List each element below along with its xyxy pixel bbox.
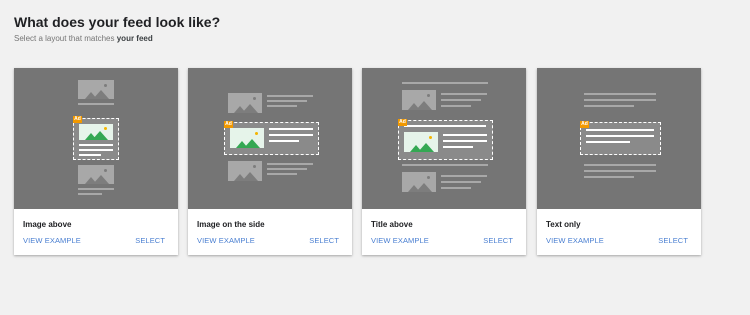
ad-highlight-box [73,118,119,160]
image-placeholder-icon [78,165,114,184]
view-example-link[interactable]: VIEW EXAMPLE [546,236,604,245]
ad-image-icon [230,128,264,148]
layout-card-title-above[interactable]: Ad Title above VIEW EXAMPLE SELECT [362,68,526,255]
subtitle-emphasis: your feed [116,34,153,43]
layout-card-text-only[interactable]: Ad Text only VIEW EXAMPLE SELECT [537,68,701,255]
page-subtitle: Select a layout that matches your feed [14,34,153,43]
ad-badge: Ad [398,119,407,126]
layout-preview-text-only: Ad [537,68,701,209]
card-title: Image on the side [197,220,265,229]
image-placeholder-icon [228,93,262,113]
select-button[interactable]: SELECT [309,236,339,245]
view-example-link[interactable]: VIEW EXAMPLE [197,236,255,245]
layout-preview-image-above: Ad [14,68,178,209]
ad-badge: Ad [580,121,589,128]
ad-badge: Ad [73,116,82,123]
layout-card-image-on-side[interactable]: Ad Image on the side VIEW EXAMPLE SELECT [188,68,352,255]
subtitle-text: Select a layout that matches [14,34,117,43]
image-placeholder-icon [78,80,114,99]
image-placeholder-icon [402,172,436,192]
ad-badge: Ad [224,121,233,128]
ad-image-icon [404,132,438,152]
layout-card-image-above[interactable]: Ad Image above VIEW EXAMPLE SELECT [14,68,178,255]
view-example-link[interactable]: VIEW EXAMPLE [23,236,81,245]
card-title: Image above [23,220,72,229]
image-placeholder-icon [228,161,262,181]
ad-image-icon [79,124,113,140]
card-title: Title above [371,220,413,229]
view-example-link[interactable]: VIEW EXAMPLE [371,236,429,245]
ad-highlight-box [580,122,661,155]
select-button[interactable]: SELECT [135,236,165,245]
ad-highlight-box [398,120,493,160]
page-title: What does your feed look like? [14,14,221,30]
ad-highlight-box [224,122,319,155]
select-button[interactable]: SELECT [483,236,513,245]
select-button[interactable]: SELECT [658,236,688,245]
card-title: Text only [546,220,581,229]
layout-preview-image-on-side: Ad [188,68,352,209]
image-placeholder-icon [402,90,436,110]
layout-preview-title-above: Ad [362,68,526,209]
